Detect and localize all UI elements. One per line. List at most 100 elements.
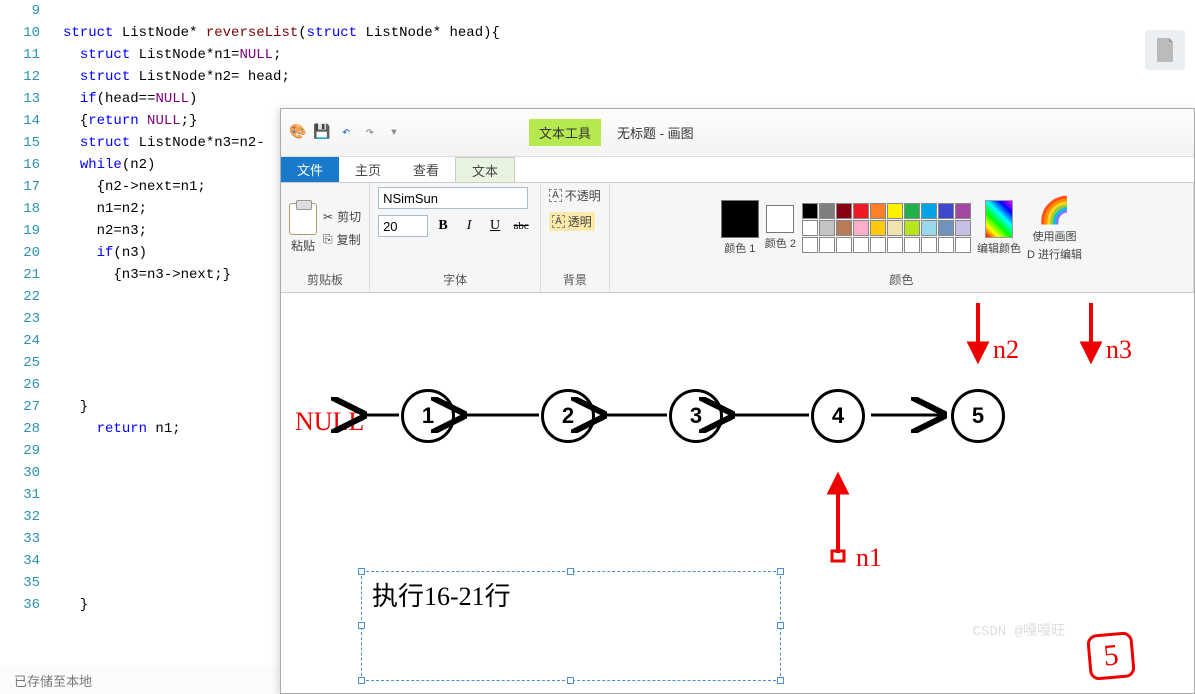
font-size-select[interactable] xyxy=(378,215,428,237)
code-text: {n3=n3->next;} xyxy=(55,264,231,286)
code-text xyxy=(55,484,63,506)
color-swatch[interactable] xyxy=(938,203,954,219)
color-swatch[interactable] xyxy=(904,203,920,219)
resize-handle[interactable] xyxy=(358,677,365,684)
color-swatch[interactable] xyxy=(836,220,852,236)
tab-view[interactable]: 查看 xyxy=(397,157,455,182)
code-text: struct ListNode*n3=n2- xyxy=(55,132,265,154)
ribbon-group-colors: 颜色 1 颜色 2 编辑颜色 🌈 使用画图 D 进行编辑 颜色 xyxy=(610,183,1194,292)
color-swatch[interactable] xyxy=(802,220,818,236)
resize-handle[interactable] xyxy=(358,622,365,629)
tab-file[interactable]: 文件 xyxy=(281,157,339,182)
color-swatch[interactable] xyxy=(955,220,971,236)
color-swatch[interactable] xyxy=(870,203,886,219)
color-swatch[interactable] xyxy=(802,237,818,253)
line-number: 10 xyxy=(0,22,55,44)
code-line[interactable]: 10struct ListNode* reverseList(struct Li… xyxy=(0,22,1195,44)
line-number: 21 xyxy=(0,264,55,286)
resize-handle[interactable] xyxy=(777,622,784,629)
code-text xyxy=(55,462,63,484)
group-label: 剪贴板 xyxy=(307,269,343,290)
color-swatch[interactable] xyxy=(853,203,869,219)
resize-handle[interactable] xyxy=(777,568,784,575)
color-swatch[interactable] xyxy=(870,237,886,253)
resize-handle[interactable] xyxy=(567,568,574,575)
color-swatch[interactable] xyxy=(938,220,954,236)
code-text: if(head==NULL) xyxy=(55,88,197,110)
cut-button[interactable]: ✂剪切 xyxy=(323,208,361,225)
color1-button[interactable]: 颜色 1 xyxy=(721,200,759,256)
line-number: 27 xyxy=(0,396,55,418)
code-text: return n1; xyxy=(55,418,181,440)
code-text xyxy=(55,440,63,462)
paint3d-button[interactable]: 🌈 使用画图 D 进行编辑 xyxy=(1027,195,1082,262)
node-2: 2 xyxy=(541,389,595,443)
copy-icon: ⎘ xyxy=(323,232,333,247)
line-number: 36 xyxy=(0,594,55,616)
save-icon[interactable]: 💾 xyxy=(313,124,331,142)
edit-colors-button[interactable]: 编辑颜色 xyxy=(977,200,1021,256)
bold-button[interactable]: B xyxy=(432,215,454,237)
color-swatch[interactable] xyxy=(921,237,937,253)
document-icon[interactable] xyxy=(1145,30,1185,70)
color-swatch[interactable] xyxy=(887,220,903,236)
underline-button[interactable]: U xyxy=(484,215,506,237)
opaque-option[interactable]: A不透明 xyxy=(549,187,601,204)
color-swatch[interactable] xyxy=(819,220,835,236)
ribbon-group-clipboard: 粘贴 ✂剪切 ⎘复制 剪贴板 xyxy=(281,183,370,292)
qat-dropdown-icon[interactable]: ▾ xyxy=(385,124,403,142)
ribbon-tabs: 文件 主页 查看 文本 xyxy=(281,157,1194,183)
copy-button[interactable]: ⎘复制 xyxy=(323,231,361,248)
line-number: 9 xyxy=(0,0,55,22)
code-text: } xyxy=(55,594,88,616)
line-number: 11 xyxy=(0,44,55,66)
line-number: 20 xyxy=(0,242,55,264)
color-swatch[interactable] xyxy=(938,237,954,253)
color-swatch[interactable] xyxy=(904,220,920,236)
transparent-option[interactable]: A透明 xyxy=(549,212,595,231)
color-swatch[interactable] xyxy=(819,237,835,253)
line-number: 33 xyxy=(0,528,55,550)
color-swatch[interactable] xyxy=(904,237,920,253)
font-name-select[interactable] xyxy=(378,187,528,209)
color-swatch[interactable] xyxy=(921,203,937,219)
color-swatch[interactable] xyxy=(853,237,869,253)
color-swatch[interactable] xyxy=(836,203,852,219)
tab-text[interactable]: 文本 xyxy=(455,157,515,182)
resize-handle[interactable] xyxy=(358,568,365,575)
color-swatch[interactable] xyxy=(870,220,886,236)
resize-handle[interactable] xyxy=(777,677,784,684)
color-swatch[interactable] xyxy=(955,203,971,219)
redo-icon[interactable]: ↷ xyxy=(361,124,379,142)
color-swatch[interactable] xyxy=(921,220,937,236)
status-bar: 已存储至本地 xyxy=(0,666,280,694)
scissors-icon: ✂ xyxy=(323,210,333,224)
paint3d-icon: 🌈 xyxy=(1038,195,1070,226)
code-line[interactable]: 12 struct ListNode*n2= head; xyxy=(0,66,1195,88)
color-swatch[interactable] xyxy=(887,203,903,219)
code-text: if(n3) xyxy=(55,242,147,264)
color-swatch[interactable] xyxy=(955,237,971,253)
tab-home[interactable]: 主页 xyxy=(339,157,397,182)
code-line[interactable]: 9 xyxy=(0,0,1195,22)
color-swatch[interactable] xyxy=(802,203,818,219)
node-1: 1 xyxy=(401,389,455,443)
color-swatch[interactable] xyxy=(836,237,852,253)
paste-button[interactable]: 粘贴 xyxy=(289,203,317,254)
strike-button[interactable]: abc xyxy=(510,215,532,237)
resize-handle[interactable] xyxy=(567,677,574,684)
code-line[interactable]: 11 struct ListNode*n1=NULL; xyxy=(0,44,1195,66)
line-number: 28 xyxy=(0,418,55,440)
status-text: 已存储至本地 xyxy=(14,671,92,690)
text-edit-box[interactable]: 执行16-21行 xyxy=(361,571,781,681)
undo-icon[interactable]: ↶ xyxy=(337,124,355,142)
color-swatch[interactable] xyxy=(887,237,903,253)
code-line[interactable]: 13 if(head==NULL) xyxy=(0,88,1195,110)
code-text xyxy=(55,0,63,22)
line-number: 34 xyxy=(0,550,55,572)
color2-button[interactable]: 颜色 2 xyxy=(765,205,796,251)
color-swatch[interactable] xyxy=(819,203,835,219)
color-swatch[interactable] xyxy=(853,220,869,236)
italic-button[interactable]: I xyxy=(458,215,480,237)
node-4: 4 xyxy=(811,389,865,443)
